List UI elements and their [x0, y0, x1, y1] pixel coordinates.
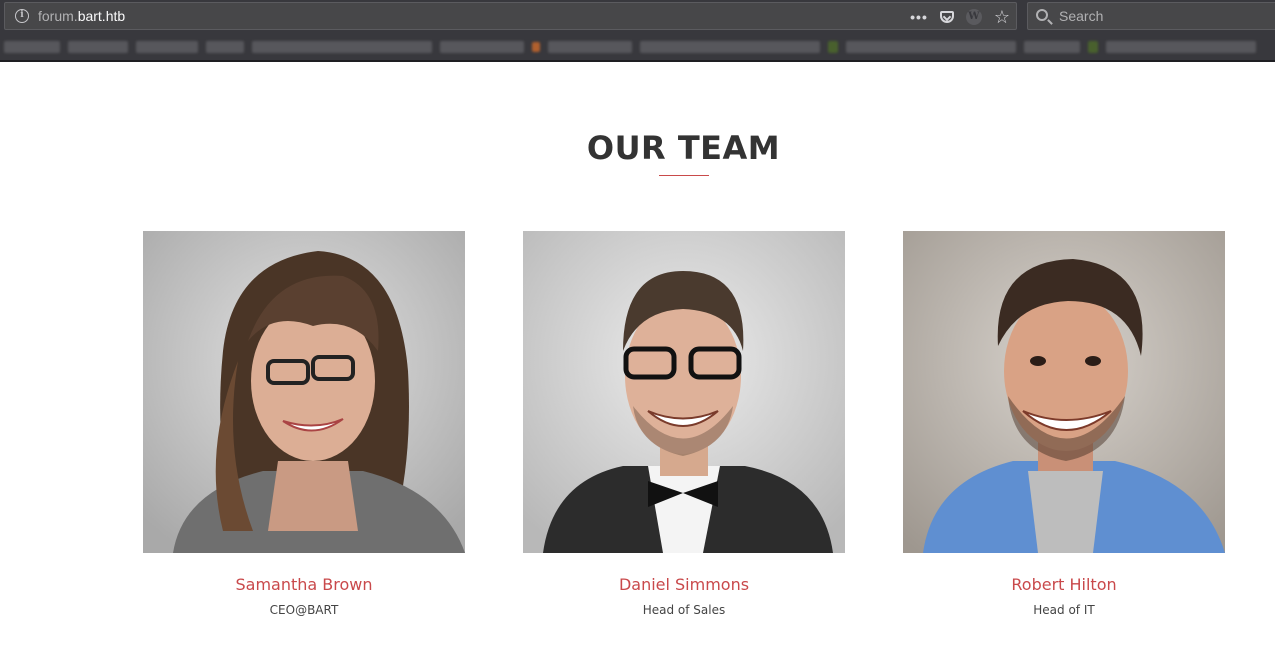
url-actions: ••• W ☆	[910, 6, 1010, 28]
bookmarks-toolbar	[0, 34, 1275, 60]
member-role: CEO@BART	[269, 603, 339, 617]
bookmark-item[interactable]	[136, 41, 198, 53]
url-bar[interactable]: i forum.bart.htb ••• W ☆	[4, 2, 1017, 30]
wordpress-icon[interactable]: W	[965, 9, 982, 25]
member-role: Head of IT	[1033, 603, 1095, 617]
bookmark-item[interactable]	[1106, 41, 1256, 53]
bookmark-item[interactable]	[640, 41, 820, 53]
member-name: Robert Hilton	[1011, 575, 1117, 594]
section-title: OUR TEAM	[586, 129, 781, 167]
bookmark-item[interactable]	[440, 41, 524, 53]
team-member-card: Robert Hilton Head of IT	[903, 231, 1225, 617]
bookmark-item[interactable]	[68, 41, 128, 53]
pocket-icon[interactable]	[939, 11, 954, 23]
bookmark-favicon	[828, 41, 838, 53]
url-host: bart.htb	[77, 8, 126, 24]
search-bar[interactable]: Search	[1027, 2, 1275, 30]
browser-chrome: i forum.bart.htb ••• W ☆ Search	[0, 0, 1275, 62]
chrome-divider	[0, 60, 1275, 62]
bookmark-favicon	[532, 42, 540, 52]
bookmark-item[interactable]	[846, 41, 1016, 53]
member-role: Head of Sales	[642, 603, 726, 617]
man-portrait-icon	[903, 231, 1225, 553]
bookmark-item[interactable]	[1024, 41, 1080, 53]
bookmark-star-icon[interactable]: ☆	[994, 7, 1010, 28]
title-underline	[659, 175, 709, 176]
info-icon[interactable]: i	[15, 9, 29, 23]
bookmark-item[interactable]	[206, 41, 244, 53]
search-placeholder: Search	[1059, 8, 1104, 24]
man-portrait-icon	[523, 231, 845, 553]
bookmark-item[interactable]	[252, 41, 432, 53]
url-prefix: forum.	[38, 8, 78, 24]
more-actions-icon[interactable]: •••	[910, 9, 928, 25]
member-name: Daniel Simmons	[618, 575, 750, 594]
url-text[interactable]: forum.bart.htb	[38, 8, 125, 24]
member-photo	[143, 231, 465, 553]
team-member-card: Daniel Simmons Head of Sales	[523, 231, 845, 617]
member-name: Samantha Brown	[235, 575, 373, 594]
member-photo	[523, 231, 845, 553]
member-photo	[903, 231, 1225, 553]
bookmark-item[interactable]	[548, 41, 632, 53]
search-icon	[1036, 9, 1048, 21]
woman-portrait-icon	[143, 231, 465, 553]
bookmark-favicon	[1088, 41, 1098, 53]
bookmark-item[interactable]	[4, 41, 60, 53]
team-member-card: Samantha Brown CEO@BART	[143, 231, 465, 617]
